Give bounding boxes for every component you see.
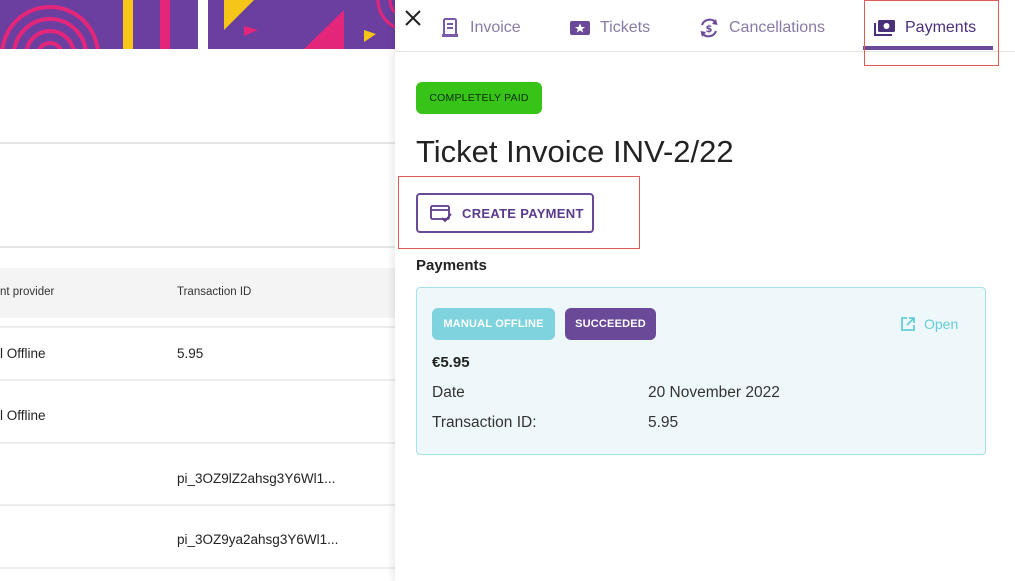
banner-image-left [0, 0, 198, 49]
row-divider [0, 379, 395, 381]
payment-amount: €5.95 [432, 354, 470, 371]
status-badge: COMPLETELY PAID [416, 82, 542, 114]
divider [0, 246, 395, 248]
refund-icon: $ [698, 17, 720, 39]
payments-heading: Payments [416, 257, 487, 274]
external-link-icon [901, 317, 915, 331]
close-button[interactable] [403, 8, 423, 28]
tab-invoice[interactable]: Invoice [439, 14, 521, 42]
card-check-icon [430, 205, 452, 222]
table-cell-transaction-id: pi_3OZ9ya2ahsg3Y6Wl1... [177, 532, 339, 547]
svg-text:$: $ [706, 24, 713, 35]
row-divider [0, 504, 395, 506]
background-page: nt provider Transaction ID l Offline 5.9… [0, 0, 395, 581]
date-value: 20 November 2022 [648, 384, 780, 401]
page-title: Ticket Invoice INV-2/22 [416, 134, 734, 169]
receipt-icon [439, 17, 461, 39]
column-header-transaction-id: Transaction ID [177, 286, 252, 298]
open-link-label: Open [924, 316, 959, 332]
tab-cancellations[interactable]: $ Cancellations [698, 14, 825, 42]
banner-image-right [208, 0, 395, 49]
table-cell-transaction-id: 5.95 [177, 346, 204, 361]
divider [0, 142, 395, 144]
tab-invoice-label: Invoice [470, 19, 521, 36]
table-cell-transaction-id: pi_3OZ9lZ2ahsg3Y6Wl1... [177, 471, 336, 486]
open-payment-link[interactable]: Open [900, 316, 958, 332]
date-label: Date [432, 384, 465, 401]
transaction-id-value: 5.95 [648, 414, 679, 431]
invoice-drawer: Invoice Tickets $ Cancellations Payments [395, 0, 1015, 581]
row-divider [0, 326, 395, 328]
highlight-box-payments-tab [864, 0, 999, 66]
provider-chip: MANUAL OFFLINE [432, 308, 555, 340]
tab-tickets-label: Tickets [600, 19, 651, 36]
table-cell-provider: l Offline [0, 346, 46, 361]
close-icon [405, 10, 421, 26]
payment-card: MANUAL OFFLINE SUCCEEDED Open €5.95 Date… [416, 287, 986, 455]
row-divider [0, 567, 395, 569]
create-payment-label: CREATE PAYMENT [462, 205, 584, 221]
ticket-icon [569, 17, 591, 39]
transaction-id-label: Transaction ID: [432, 414, 537, 431]
tab-cancellations-label: Cancellations [729, 19, 826, 36]
create-payment-button[interactable]: CREATE PAYMENT [416, 193, 594, 233]
tab-tickets[interactable]: Tickets [569, 14, 650, 42]
row-divider [0, 442, 395, 444]
app-root: nt provider Transaction ID l Offline 5.9… [0, 0, 1015, 581]
table-cell-provider: l Offline [0, 408, 46, 423]
column-header-provider: nt provider [0, 286, 55, 298]
status-chip: SUCCEEDED [565, 308, 656, 340]
